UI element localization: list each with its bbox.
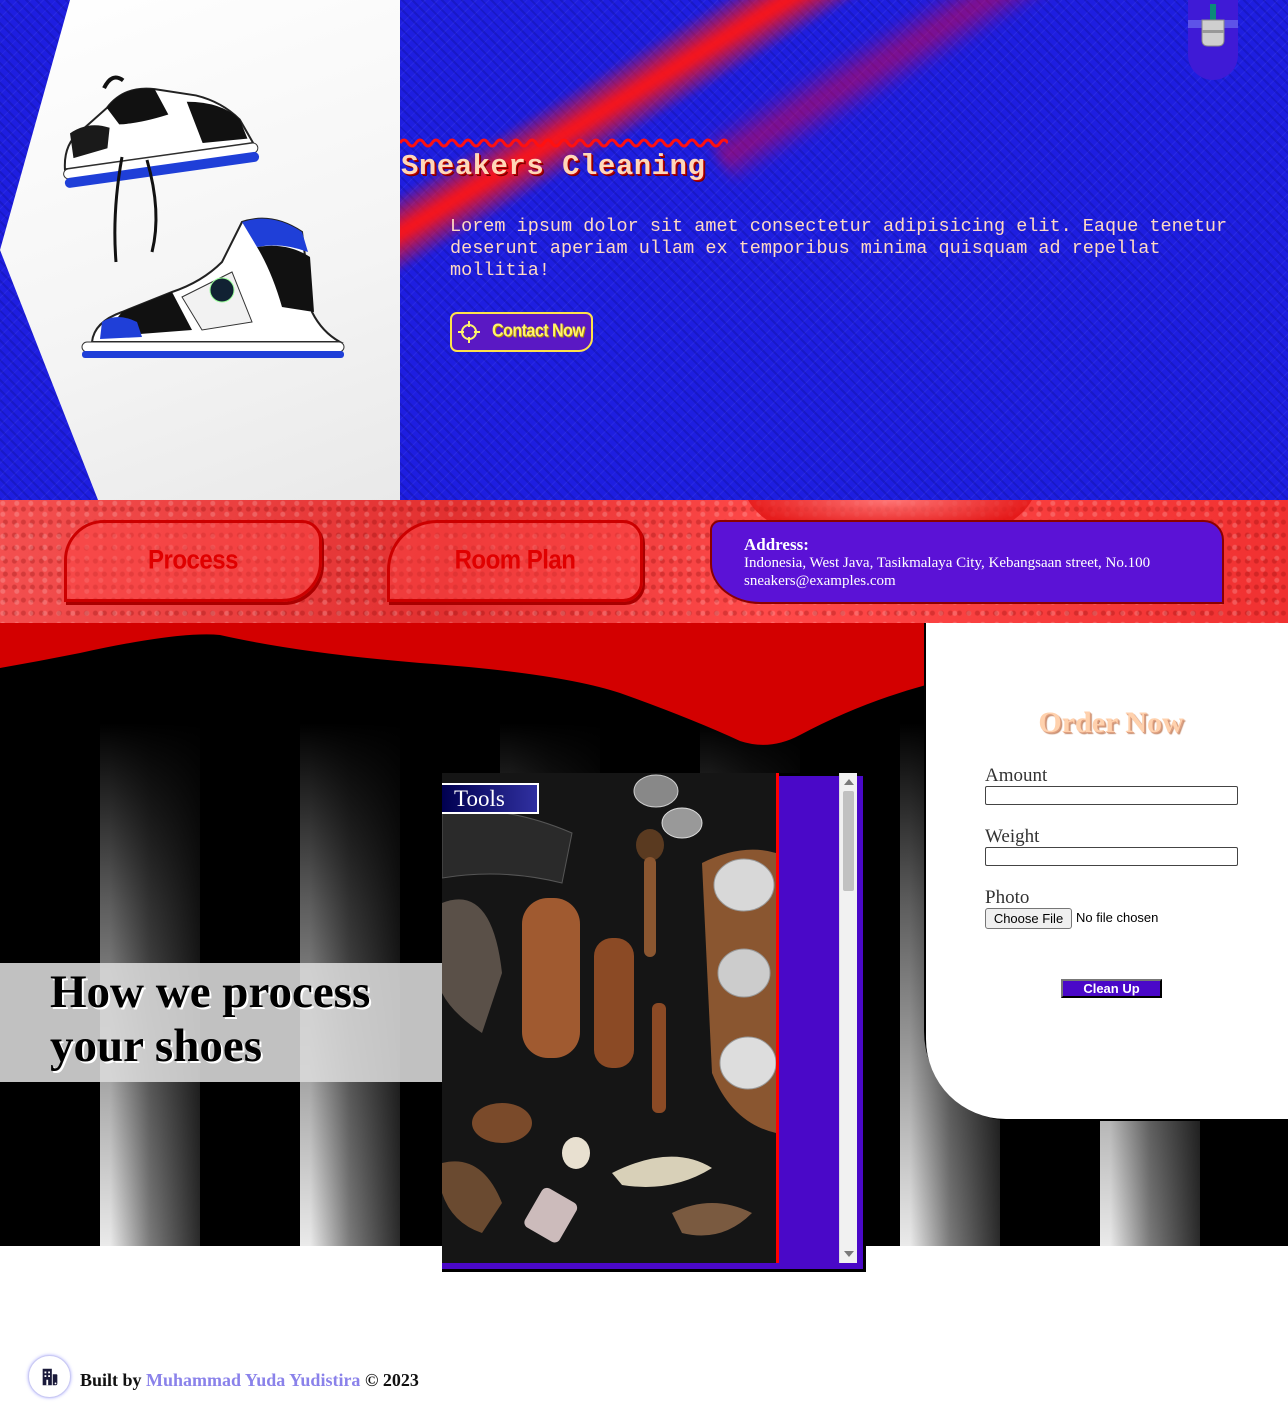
contact-now-label: Contact Now	[492, 321, 585, 342]
nav-room-plan-button[interactable]: Room Plan	[387, 520, 643, 602]
process-title: How we process your shoes	[50, 966, 371, 1072]
amount-label: Amount	[985, 765, 1048, 786]
clean-up-button[interactable]: Clean Up	[1061, 979, 1162, 998]
photo-label: Photo	[985, 887, 1030, 908]
sneaker-illustration	[63, 75, 345, 358]
scroll-down-icon[interactable]	[844, 1251, 854, 1257]
address-line: Indonesia, West Java, Tasikmalaya City, …	[744, 555, 1151, 571]
hero-sneaker-photo	[0, 0, 400, 500]
hero-title: Sneakers Cleaning	[401, 150, 706, 183]
nav-room-plan-label: Room Plan	[454, 545, 576, 576]
footer-prefix: Built by	[80, 1370, 142, 1390]
footer-copyright: © 2023	[364, 1370, 419, 1390]
address-email[interactable]: sneakers@examples.com	[744, 572, 1222, 590]
hero-description: Lorem ipsum dolor sit amet consectetur a…	[450, 216, 1228, 281]
nav-process-label: Process	[148, 545, 238, 576]
tools-label: Tools	[442, 783, 539, 814]
address-card: Address: Indonesia, West Java, Tasikmala…	[710, 520, 1224, 604]
crosshair-icon	[458, 321, 480, 343]
paint-brush-icon	[1188, 4, 1238, 47]
title-wave-decoration	[400, 138, 728, 148]
theme-brush-button[interactable]	[1188, 0, 1238, 80]
weight-label: Weight	[985, 826, 1040, 847]
red-curtain-decoration	[0, 623, 926, 745]
order-form-card	[934, 623, 1288, 1111]
order-title: Order Now	[1038, 706, 1184, 739]
footer-credit: Built by Muhammad Yuda Yudistira © 2023	[80, 1370, 419, 1391]
scroll-up-icon[interactable]	[844, 779, 854, 785]
footer-logo[interactable]	[28, 1355, 71, 1398]
contact-now-button[interactable]: Contact Now	[450, 312, 593, 352]
hero-section: Sneakers Cleaning Lorem ipsum dolor sit …	[0, 0, 1288, 500]
choose-file-button[interactable]: Choose File	[985, 908, 1072, 929]
address-title: Address:	[744, 535, 809, 554]
scrollbar-thumb[interactable]	[843, 791, 854, 891]
footer-author-link[interactable]: Muhammad Yuda Yudistira	[146, 1370, 360, 1390]
amount-input[interactable]	[985, 786, 1238, 805]
building-icon	[42, 1368, 57, 1385]
tools-divider-line	[776, 773, 779, 1263]
shoe-care-tools-illustration	[442, 773, 776, 1263]
nav-process-button[interactable]: Process	[64, 520, 322, 602]
weight-input[interactable]	[985, 847, 1238, 866]
tools-photo	[442, 773, 776, 1263]
tools-scrollbar[interactable]	[839, 773, 857, 1263]
file-status: No file chosen	[1076, 910, 1159, 925]
